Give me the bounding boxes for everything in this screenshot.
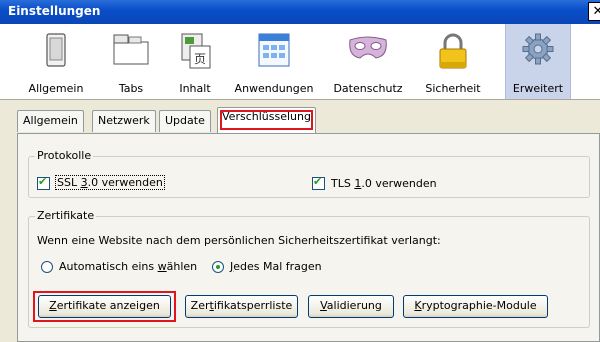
crypto-modules-accesskey: K <box>414 299 422 312</box>
toolbar-general[interactable]: Allgemein <box>28 24 84 99</box>
revocation-list-button[interactable]: Zertifikatsperrliste <box>185 295 298 318</box>
toolbar-tabs-label: Tabs <box>118 82 144 95</box>
encryption-panel: Protokolle SSL 3.0 verwenden TLS 1.0 ver… <box>17 133 600 342</box>
close-button[interactable]: ✕ <box>588 2 600 21</box>
tab-network-label: Netzwerk <box>98 114 150 127</box>
svg-text:页: 页 <box>194 52 206 66</box>
show-certificates-button[interactable]: Zertifikate anzeigen <box>38 295 171 318</box>
tab-encryption-label: Verschlüsselung <box>222 110 311 123</box>
gear-icon <box>522 33 554 65</box>
toolbar-security-label: Sicherheit <box>425 82 481 95</box>
toolbar-privacy[interactable]: Datenschutz <box>333 24 403 99</box>
tls1-label-rest: .0 verwenden <box>361 177 437 190</box>
toolbar-content-label: Inhalt <box>179 82 211 95</box>
lock-icon <box>439 33 467 69</box>
ssl3-label[interactable]: SSL 3.0 verwenden <box>55 175 165 190</box>
tls1-checkbox[interactable] <box>312 175 325 190</box>
crypto-modules-button[interactable]: Kryptographie-Module <box>403 295 548 318</box>
general-icon <box>46 33 66 67</box>
preferences-toolbar: Allgemein Tabs 页 Inhalt Anwendungen Date… <box>0 24 600 100</box>
certificates-prompt: Wenn eine Website nach dem persönlichen … <box>37 234 441 247</box>
auto-select-label[interactable]: Automatisch eins wählen <box>59 260 197 273</box>
ask-every-time-label-text: edes Mal fragen <box>233 260 322 273</box>
tab-encryption[interactable]: Verschlüsselung <box>217 107 316 133</box>
validation-button[interactable]: Validierung <box>308 295 394 318</box>
crypto-modules-label: ryptographie-Module <box>421 299 537 312</box>
auto-select-label-text: Automatisch eins <box>59 260 158 273</box>
revocation-list-label: Zer <box>190 299 210 312</box>
tls1-label[interactable]: TLS 1.0 verwenden <box>331 177 437 190</box>
tabs-icon <box>113 34 149 65</box>
ssl3-label-text: SSL <box>57 176 81 189</box>
ssl3-accesskey: 3 <box>80 176 88 189</box>
tab-general[interactable]: Allgemein <box>17 110 84 132</box>
title-bar: Einstellungen ✕ <box>0 0 600 24</box>
protocols-group: Protokolle SSL 3.0 verwenden TLS 1.0 ver… <box>28 149 590 198</box>
show-certificates-accesskey: Z <box>49 299 57 312</box>
tab-update-label: Update <box>165 114 205 127</box>
toolbar-security[interactable]: Sicherheit <box>421 24 485 99</box>
settings-window: Einstellungen ✕ Allgemein Tabs 页 Inhalt … <box>0 0 600 342</box>
tab-network[interactable]: Netzwerk <box>92 110 156 132</box>
certificates-group: Zertifikate Wenn eine Website nach dem p… <box>28 209 590 328</box>
toolbar-tabs[interactable]: Tabs <box>108 24 154 99</box>
toolbar-advanced-label: Erweitert <box>512 82 564 95</box>
auto-select-accesskey: w <box>157 260 167 273</box>
ssl3-label-rest: .0 verwenden <box>87 176 163 189</box>
toolbar-privacy-label: Datenschutz <box>333 82 403 95</box>
toolbar-advanced[interactable]: Erweitert <box>505 24 571 99</box>
auto-select-radio[interactable] <box>41 261 53 273</box>
show-certificates-label: ertifikate anzeigen <box>56 299 160 312</box>
tab-general-label: Allgemein <box>23 114 78 127</box>
tab-update[interactable]: Update <box>159 110 211 132</box>
applications-icon <box>258 33 290 67</box>
revocation-list-label-rest: ifikatsperrliste <box>213 299 293 312</box>
toolbar-content[interactable]: 页 Inhalt <box>170 24 220 99</box>
ssl3-checkbox[interactable] <box>37 175 50 190</box>
tls1-label-text: TLS <box>331 177 355 190</box>
certificates-legend: Zertifikate <box>35 209 97 222</box>
toolbar-general-label: Allgemein <box>28 82 84 95</box>
toolbar-applications-label: Anwendungen <box>234 82 314 95</box>
content-icon: 页 <box>181 33 211 69</box>
protocols-legend: Protokolle <box>35 149 94 162</box>
ask-every-time-label[interactable]: Jedes Mal fragen <box>230 260 322 273</box>
window-title: Einstellungen <box>8 4 101 18</box>
validation-accesskey: V <box>320 299 327 312</box>
privacy-mask-icon <box>349 36 387 59</box>
auto-select-label-rest: ählen <box>166 260 198 273</box>
validation-label: alidierung <box>326 299 382 312</box>
ask-every-time-radio[interactable] <box>212 261 224 273</box>
toolbar-applications[interactable]: Anwendungen <box>233 24 315 99</box>
